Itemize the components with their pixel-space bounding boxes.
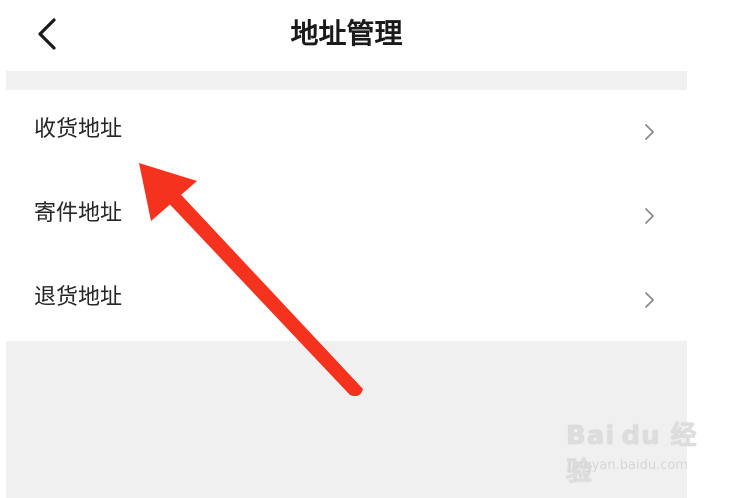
chevron-right-icon — [642, 291, 656, 309]
chevron-right-icon — [642, 123, 656, 141]
page-title: 地址管理 — [290, 17, 403, 50]
address-menu-list: 收货地址 寄件地址 退货地址 — [6, 90, 687, 341]
menu-item-label: 收货地址 — [34, 117, 123, 142]
menu-item-shipping-address[interactable]: 寄件地址 — [6, 174, 687, 258]
menu-item-label: 退货地址 — [34, 285, 123, 310]
header-bar: 地址管理 — [6, 0, 687, 71]
address-management-screen: 地址管理 收货地址 寄件地址 退货地址 — [6, 0, 687, 498]
menu-item-receiving-address[interactable]: 收货地址 — [6, 90, 687, 174]
chevron-right-icon — [642, 207, 656, 225]
right-margin — [687, 0, 738, 498]
menu-item-label: 寄件地址 — [34, 201, 123, 226]
menu-item-return-address[interactable]: 退货地址 — [6, 258, 687, 342]
